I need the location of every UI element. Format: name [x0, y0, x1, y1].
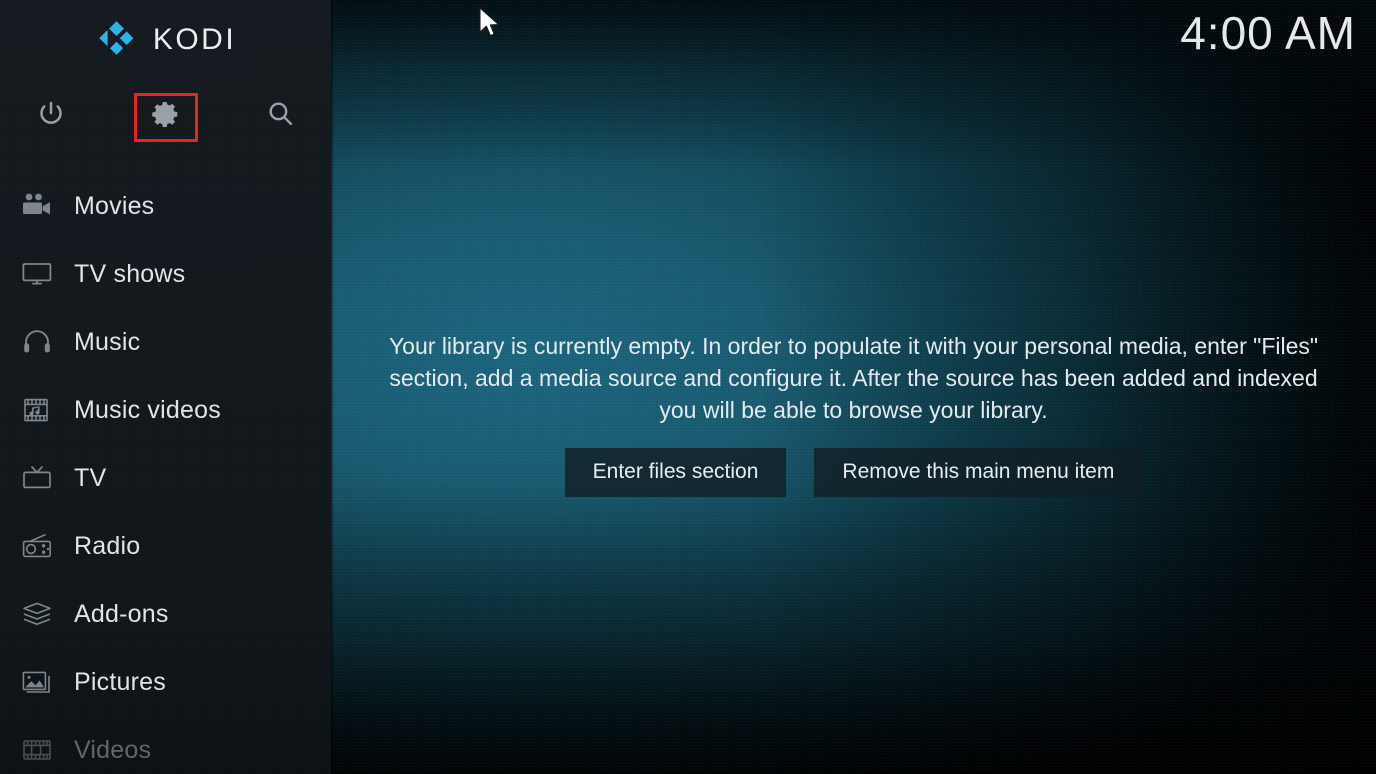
gear-icon	[151, 99, 181, 134]
sidebar-item-label: Music videos	[74, 395, 221, 424]
kodi-logo-icon	[95, 18, 139, 62]
sidebar-item-music[interactable]: Music	[0, 308, 331, 376]
sidebar-item-label: Movies	[74, 191, 155, 220]
film-note-icon	[14, 390, 60, 430]
main-content: 4:00 AM Your library is currently empty.…	[331, 0, 1376, 774]
remove-main-menu-item-button[interactable]: Remove this main menu item	[814, 448, 1143, 497]
sidebar-item-radio[interactable]: Radio	[0, 512, 331, 580]
sidebar-item-label: Pictures	[74, 667, 166, 696]
sidebar-item-add-ons[interactable]: Add-ons	[0, 580, 331, 648]
search-icon	[266, 99, 295, 133]
sidebar-item-music-videos[interactable]: Music videos	[0, 376, 331, 444]
clock: 4:00 AM	[1180, 7, 1356, 59]
retro-tv-icon	[14, 458, 60, 498]
film-strip-icon	[14, 730, 60, 770]
app-logo[interactable]: KODI	[0, 0, 331, 80]
power-icon	[36, 99, 66, 134]
sidebar-item-label: TV	[74, 463, 107, 492]
sidebar-item-tv[interactable]: TV	[0, 444, 331, 512]
sidebar-item-movies[interactable]: Movies	[0, 172, 331, 240]
sidebar-icon-bar	[0, 90, 331, 146]
sidebar-item-label: TV shows	[74, 259, 186, 288]
empty-library-message: Your library is currently empty. In orde…	[388, 333, 1319, 423]
app-logo-text: KODI	[152, 23, 237, 56]
television-icon	[14, 254, 60, 294]
kodi-home-screen: KODI Movies TV shows Music Music videos …	[0, 0, 1376, 774]
sidebar-item-tv-shows[interactable]: TV shows	[0, 240, 331, 308]
sidebar-item-label: Music	[74, 327, 141, 356]
headphones-icon	[14, 322, 60, 362]
sidebar-item-label: Add-ons	[74, 599, 169, 628]
power-button[interactable]	[23, 90, 79, 142]
radio-icon	[14, 526, 60, 566]
addons-box-icon	[14, 594, 60, 634]
sidebar-item-videos[interactable]: Videos	[0, 716, 331, 774]
movie-camera-icon	[14, 186, 60, 226]
empty-library-actions: Enter files section Remove this main men…	[564, 448, 1143, 497]
pictures-icon	[14, 662, 60, 702]
sidebar: KODI Movies TV shows Music Music videos …	[0, 0, 331, 774]
enter-files-section-button[interactable]: Enter files section	[564, 448, 787, 497]
empty-library-panel: Your library is currently empty. In orde…	[331, 330, 1376, 497]
sidebar-item-label: Videos	[74, 735, 152, 764]
sidebar-item-pictures[interactable]: Pictures	[0, 648, 331, 716]
main-menu: Movies TV shows Music Music videos TV Ra…	[0, 172, 331, 774]
sidebar-item-label: Radio	[74, 531, 141, 560]
search-button[interactable]	[252, 90, 308, 142]
settings-button[interactable]	[138, 90, 194, 142]
